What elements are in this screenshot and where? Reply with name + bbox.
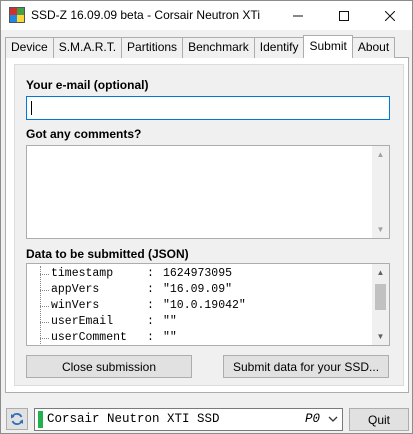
scroll-down-arrow-icon[interactable]: ▼ (372, 328, 389, 345)
json-tree: timestamp:1624973095 appVers: "16.09.09" … (35, 266, 246, 345)
chevron-down-icon (328, 416, 338, 422)
close-button[interactable] (368, 1, 412, 30)
app-icon (9, 7, 25, 23)
email-field[interactable] (26, 96, 390, 120)
comments-label: Got any comments? (26, 127, 142, 141)
tab-submit[interactable]: Submit (303, 35, 353, 58)
json-row[interactable]: appVers: "16.09.09" (35, 282, 246, 298)
drive-status-led (38, 411, 43, 428)
tab-device[interactable]: Device (5, 37, 54, 58)
email-label: Your e-mail (optional) (26, 78, 149, 92)
scroll-up-arrow-icon[interactable]: ▲ (372, 264, 389, 281)
scroll-down-arrow-icon[interactable]: ▼ (372, 221, 389, 238)
json-row[interactable]: winVers: "10.0.19042" (35, 298, 246, 314)
app-window: SSD-Z 16.09.09 beta - Corsair Neutron XT… (0, 0, 413, 434)
title-bar: SSD-Z 16.09.09 beta - Corsair Neutron XT… (1, 1, 412, 30)
maximize-button[interactable] (322, 1, 366, 30)
tab-about[interactable]: About (351, 37, 396, 58)
close-submission-button[interactable]: Close submission (26, 355, 192, 378)
json-tree-view[interactable]: timestamp:1624973095 appVers: "16.09.09" … (26, 263, 390, 346)
drive-select[interactable]: Corsair Neutron XTI SSD P0 (34, 408, 343, 431)
window-title: SSD-Z 16.09.09 beta - Corsair Neutron XT… (31, 8, 260, 22)
json-row[interactable]: timestamp:1624973095 (35, 266, 246, 282)
comments-textarea[interactable]: ▲ ▼ (26, 145, 390, 239)
scroll-thumb[interactable] (375, 284, 386, 310)
tab-partitions[interactable]: Partitions (121, 37, 184, 58)
close-icon (385, 10, 395, 21)
json-scrollbar[interactable]: ▲ ▼ (372, 264, 389, 345)
comments-scrollbar[interactable]: ▲ ▼ (372, 146, 389, 238)
drive-name: Corsair Neutron XTI SSD (47, 412, 220, 426)
submit-data-button[interactable]: Submit data for your SSD... (223, 355, 389, 378)
refresh-button[interactable] (6, 408, 28, 430)
minimize-button[interactable] (276, 1, 320, 30)
tab-benchmark[interactable]: Benchmark (182, 37, 255, 58)
drive-port: P0 (305, 412, 321, 426)
maximize-icon (339, 10, 349, 21)
scroll-up-arrow-icon[interactable]: ▲ (372, 146, 389, 163)
quit-button[interactable]: Quit (349, 408, 409, 431)
tab-identify[interactable]: Identify (253, 37, 305, 58)
json-row[interactable]: userComment: "" (35, 330, 246, 345)
refresh-icon (11, 413, 23, 425)
text-caret (31, 101, 32, 115)
minimize-icon (293, 15, 303, 16)
json-row[interactable]: userEmail: "" (35, 314, 246, 330)
json-label: Data to be submitted (JSON) (26, 247, 189, 261)
tab-strip: Device S.M.A.R.T. Partitions Benchmark I… (5, 35, 396, 58)
tab-smart[interactable]: S.M.A.R.T. (52, 37, 123, 58)
